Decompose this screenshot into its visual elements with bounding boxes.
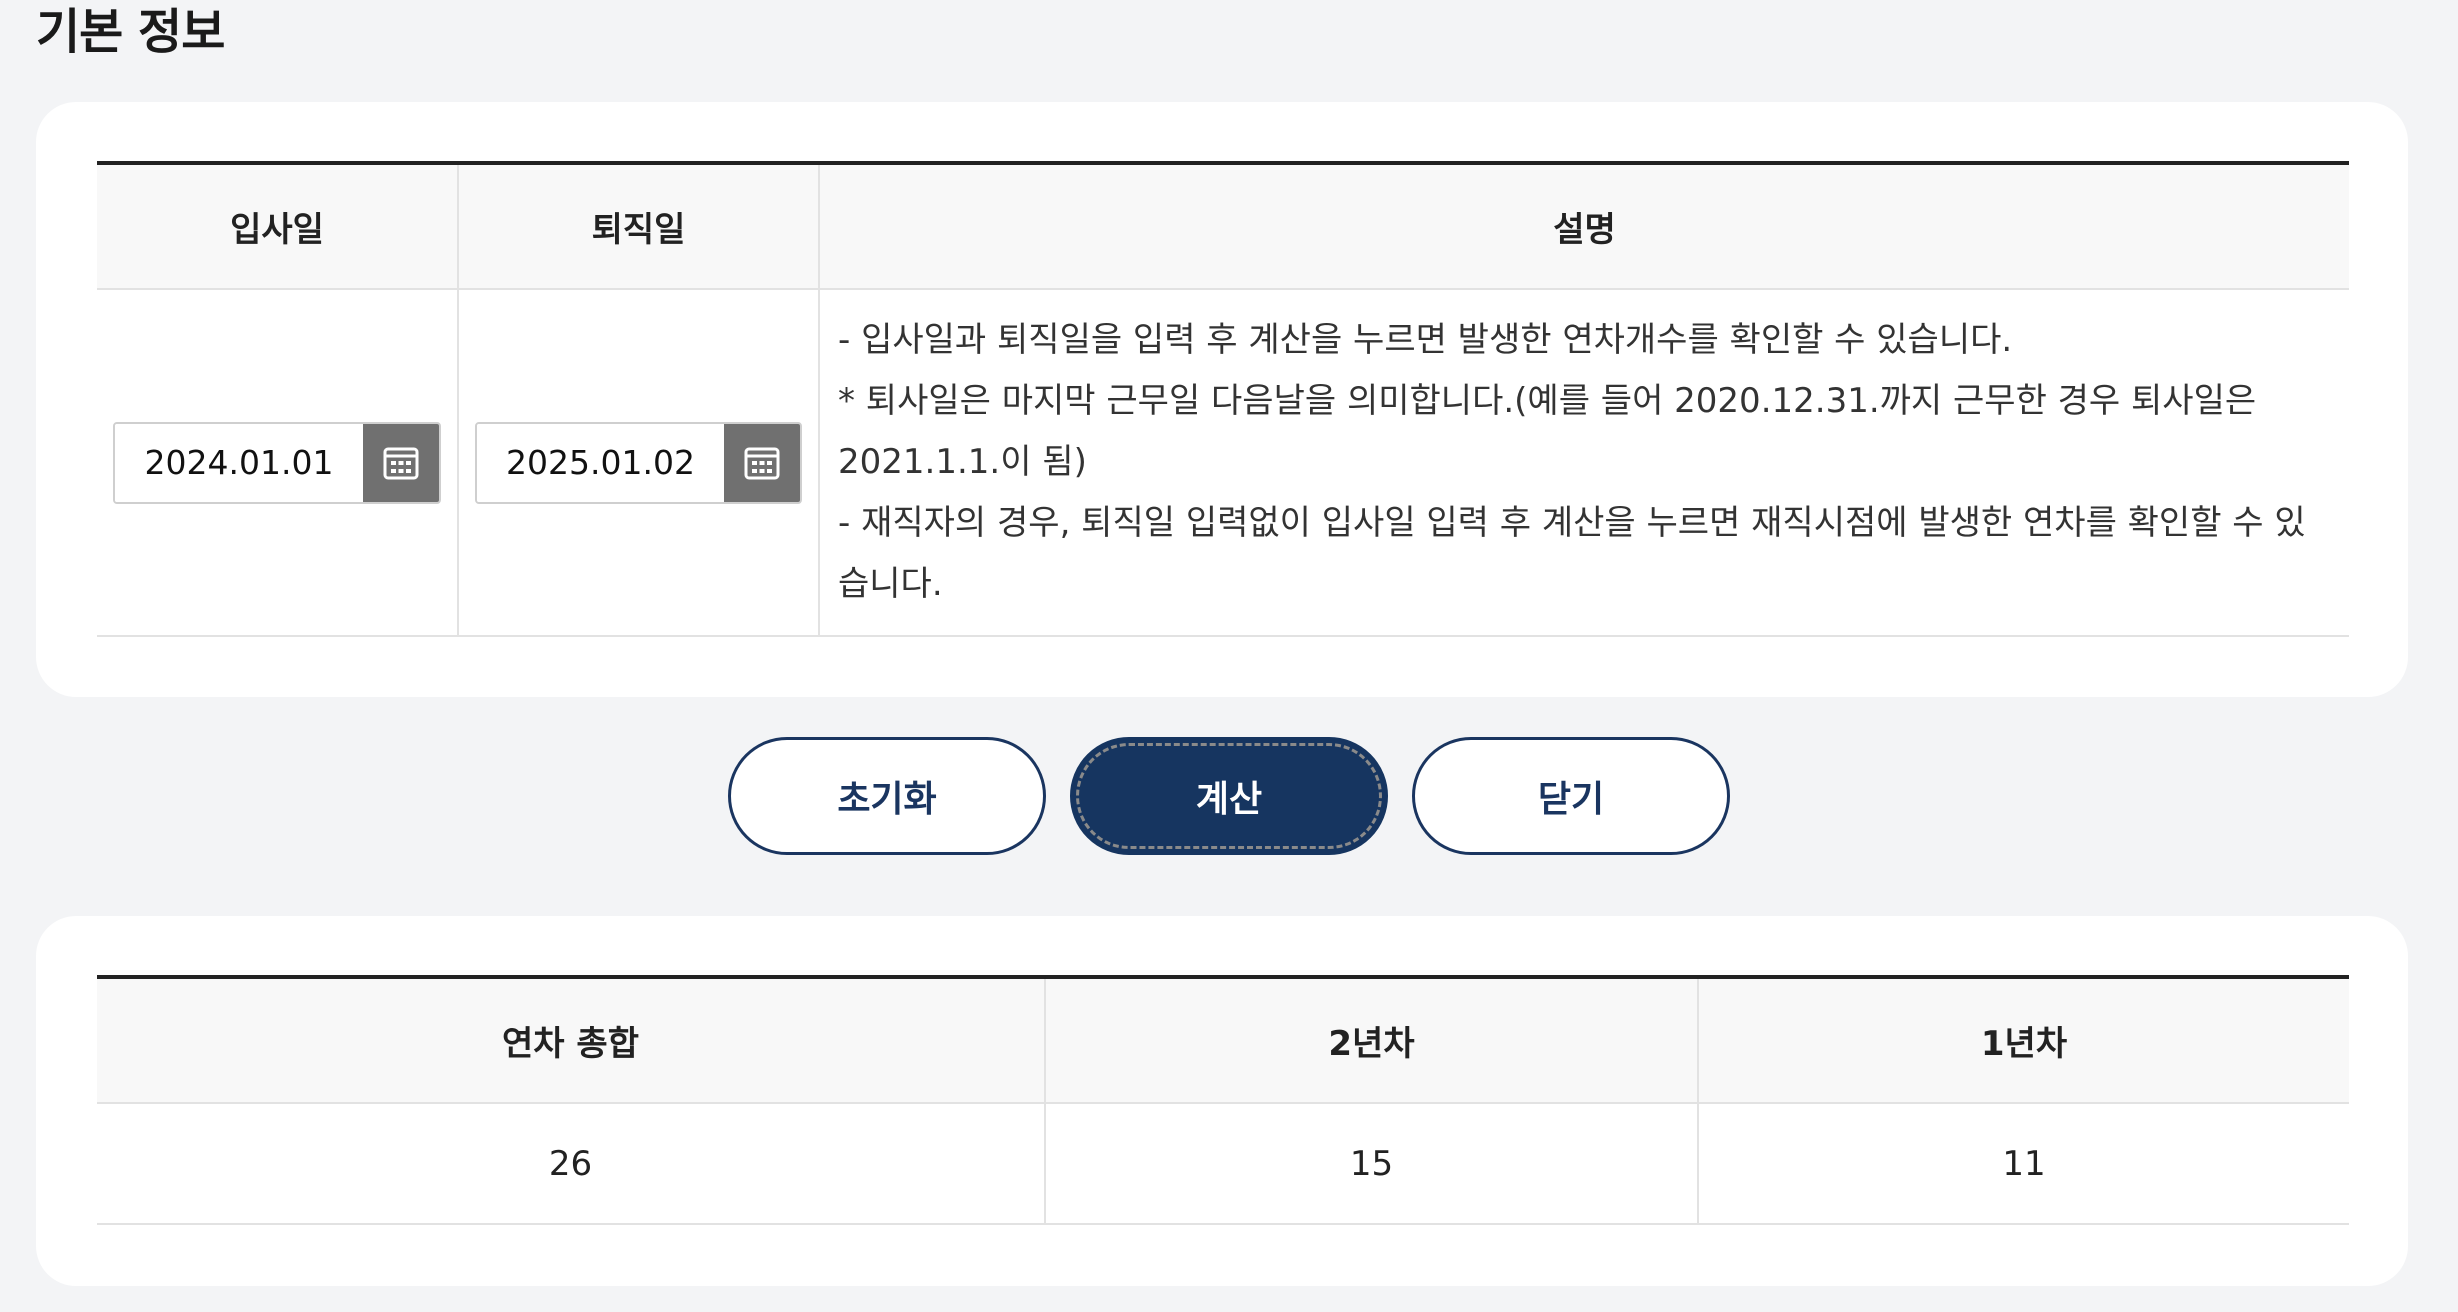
reset-button[interactable]: 초기화 [728,737,1046,855]
result-table: 연차 총합 2년차 1년차 26 15 11 [97,975,2349,1225]
hire-date-calendar-button[interactable] [363,423,439,502]
result-card: 연차 총합 2년차 1년차 26 15 11 [36,916,2408,1286]
header-description: 설명 [819,161,2349,290]
hire-date-cell [97,289,459,637]
section-title: 기본 정보 [36,4,225,60]
header-total-leave: 연차 총합 [97,975,1046,1104]
header-year-2: 2년차 [1045,975,1699,1104]
description-cell: - 입사일과 퇴직일을 입력 후 계산을 누르면 발생한 연차개수를 확인할 수… [819,289,2349,637]
hire-date-input[interactable] [115,423,363,502]
header-year-1: 1년차 [1698,975,2349,1104]
info-table: 입사일 퇴직일 설명 2024.01.01 2025.01.02 - 입사일과 … [97,161,2349,637]
retire-date-picker [475,421,802,504]
description-line: - 재직자의 경우, 퇴직일 입력없이 입사일 입력 후 계산을 누르면 재직시… [838,503,2306,604]
header-hire-date: 입사일 [97,161,459,290]
calendar-icon [383,447,419,479]
total-leave-value: 26 [97,1103,1046,1225]
calendar-icon [744,447,780,479]
year-2-value: 15 [1045,1103,1699,1225]
close-button[interactable]: 닫기 [1412,737,1730,855]
hire-date-picker [113,421,441,504]
retire-date-calendar-button[interactable] [724,423,800,502]
retire-date-input[interactable] [477,423,724,502]
basic-info-card: 입사일 퇴직일 설명 2024.01.01 2025.01.02 - 입사일과 … [36,102,2408,697]
retire-date-cell [458,289,820,637]
year-1-value: 11 [1698,1103,2349,1225]
header-retire-date: 퇴직일 [458,161,820,290]
description-line: - 입사일과 퇴직일을 입력 후 계산을 누르면 발생한 연차개수를 확인할 수… [838,320,2013,360]
description-line: * 퇴사일은 마지막 근무일 다음날을 의미합니다.(예를 들어 2020.12… [838,381,2257,482]
calculate-button[interactable]: 계산 [1070,737,1388,855]
action-buttons: 초기화 계산 닫기 [0,737,2458,855]
